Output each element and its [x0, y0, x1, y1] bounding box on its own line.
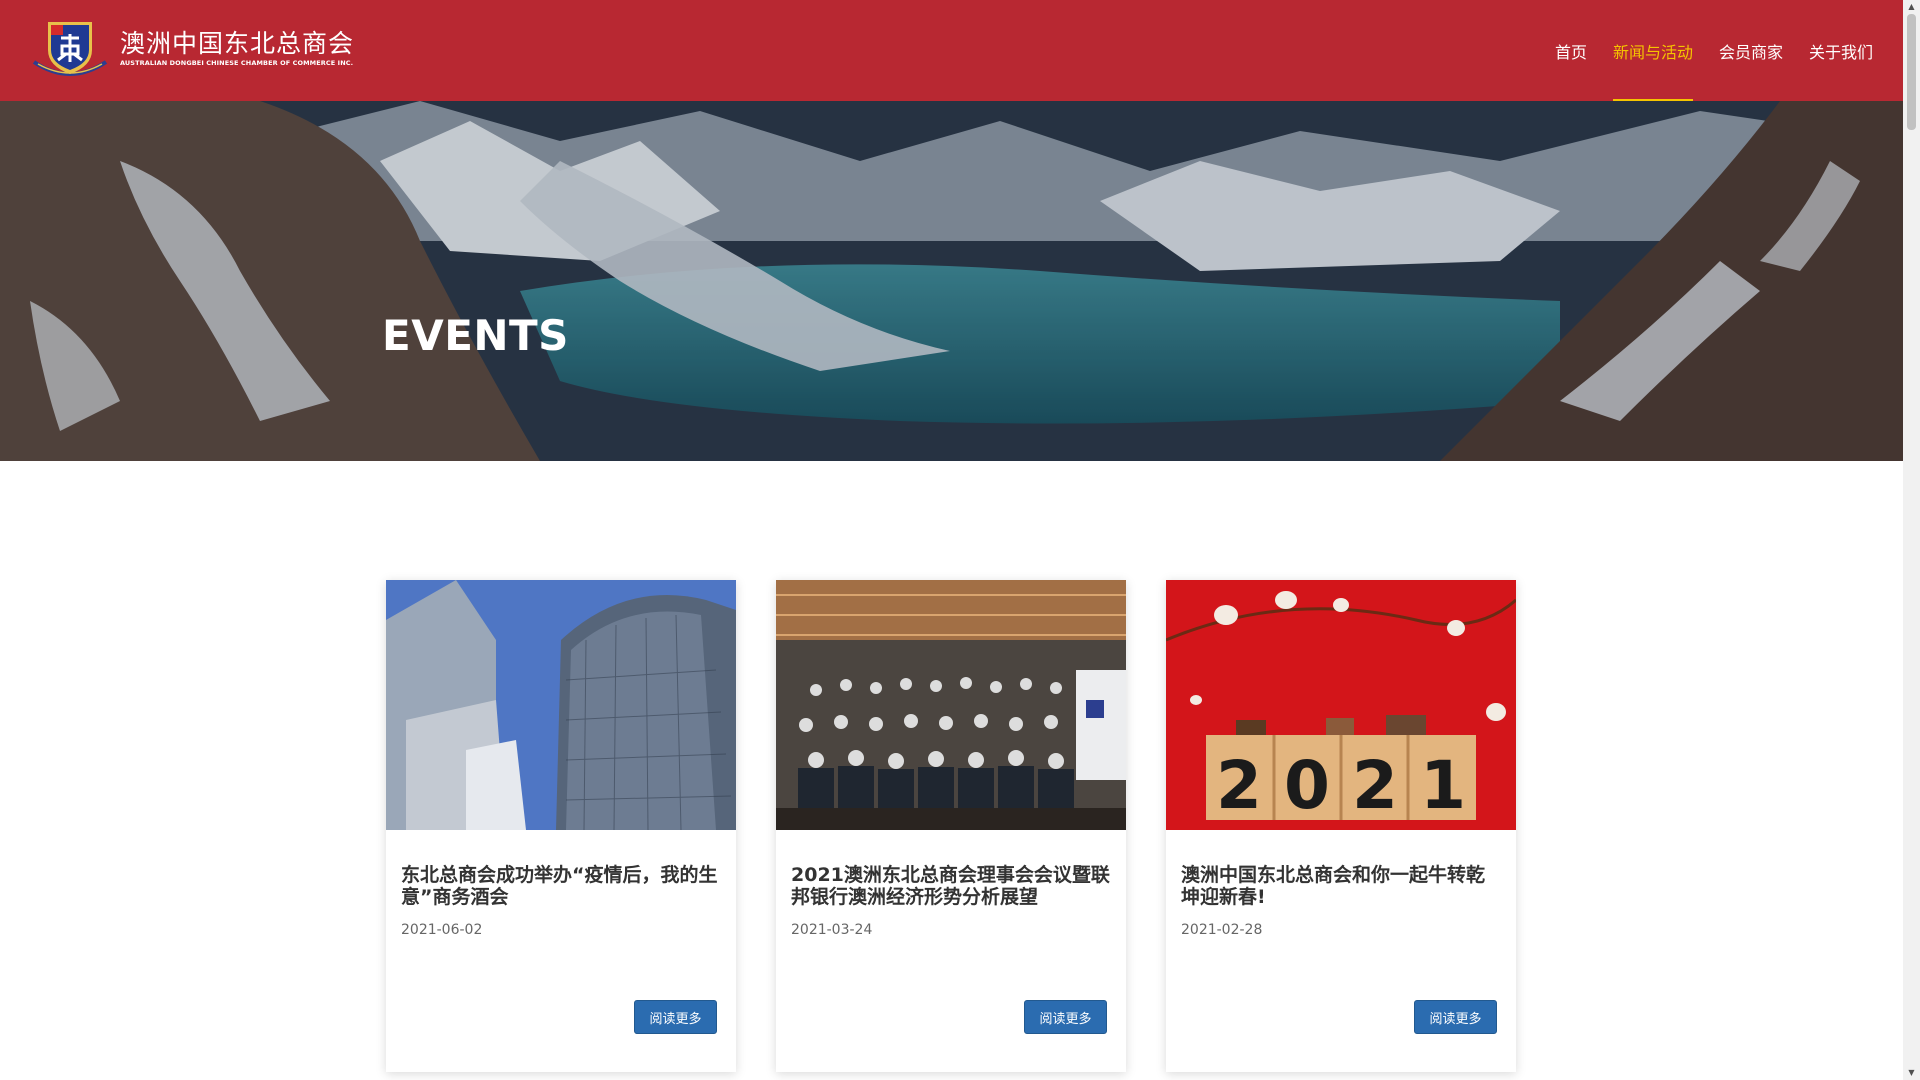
card-title[interactable]: 2021澳洲东北总商会理事会会议暨联邦银行澳洲经济形势分析展望	[791, 864, 1113, 908]
chamber-shield-icon	[32, 22, 108, 76]
logo-text: 澳洲中国东北总商会 AUSTRALIAN DONGBEI CHINESE CHA…	[120, 29, 354, 68]
site-header: 澳洲中国东北总商会 AUSTRALIAN DONGBEI CHINESE CHA…	[0, 0, 1903, 101]
nav-member-businesses[interactable]: 会员商家	[1719, 0, 1783, 101]
nav-home[interactable]: 首页	[1555, 0, 1587, 101]
group-photo-image	[776, 580, 1126, 830]
office-towers-image	[386, 580, 736, 830]
card-title[interactable]: 澳洲中国东北总商会和你一起牛转乾坤迎新春!	[1181, 864, 1503, 908]
hero-banner: EVENTS	[0, 101, 1903, 461]
read-more-button[interactable]: 阅读更多	[1414, 1000, 1497, 1034]
page-title: EVENTS	[382, 311, 569, 360]
nav-about-us[interactable]: 关于我们	[1809, 0, 1873, 101]
event-card[interactable]: 东北总商会成功举办“疫情后，我的生意”商务酒会 2021-06-02 阅读更多	[386, 580, 736, 1072]
card-title[interactable]: 东北总商会成功举办“疫情后，我的生意”商务酒会	[401, 864, 723, 908]
site-logo[interactable]: 澳洲中国东北总商会 AUSTRALIAN DONGBEI CHINESE CHA…	[28, 16, 354, 80]
nav-news-events[interactable]: 新闻与活动	[1612, 0, 1693, 101]
event-card[interactable]: 2021 澳洲中国东北总商会和你一起牛转乾坤迎新春! 2021-02-28 阅读…	[1166, 580, 1516, 1072]
mountain-lake-image	[0, 101, 1903, 461]
new-year-2021-image: 2021	[1166, 580, 1516, 830]
scroll-up-arrow-icon[interactable]: ▲	[1903, 0, 1920, 14]
read-more-button[interactable]: 阅读更多	[634, 1000, 717, 1034]
main-nav: 首页 新闻与活动 会员商家 关于我们	[1529, 0, 1873, 101]
card-date: 2021-06-02	[401, 922, 483, 938]
card-date: 2021-02-28	[1181, 922, 1263, 938]
logo-chinese-name: 澳洲中国东北总商会	[120, 28, 355, 58]
card-date: 2021-03-24	[791, 922, 873, 938]
card-image[interactable]	[776, 580, 1126, 830]
page-scrollbar[interactable]: ▲ ▼	[1903, 0, 1920, 1080]
card-image[interactable]: 2021	[1166, 580, 1516, 830]
scroll-down-arrow-icon[interactable]: ▼	[1903, 1066, 1920, 1080]
card-image[interactable]	[386, 580, 736, 830]
scrollbar-thumb[interactable]	[1907, 14, 1916, 130]
event-card[interactable]: 2021澳洲东北总商会理事会会议暨联邦银行澳洲经济形势分析展望 2021-03-…	[776, 580, 1126, 1072]
read-more-button[interactable]: 阅读更多	[1024, 1000, 1107, 1034]
logo-english-name: AUSTRALIAN DONGBEI CHINESE CHAMBER OF CO…	[120, 58, 354, 67]
